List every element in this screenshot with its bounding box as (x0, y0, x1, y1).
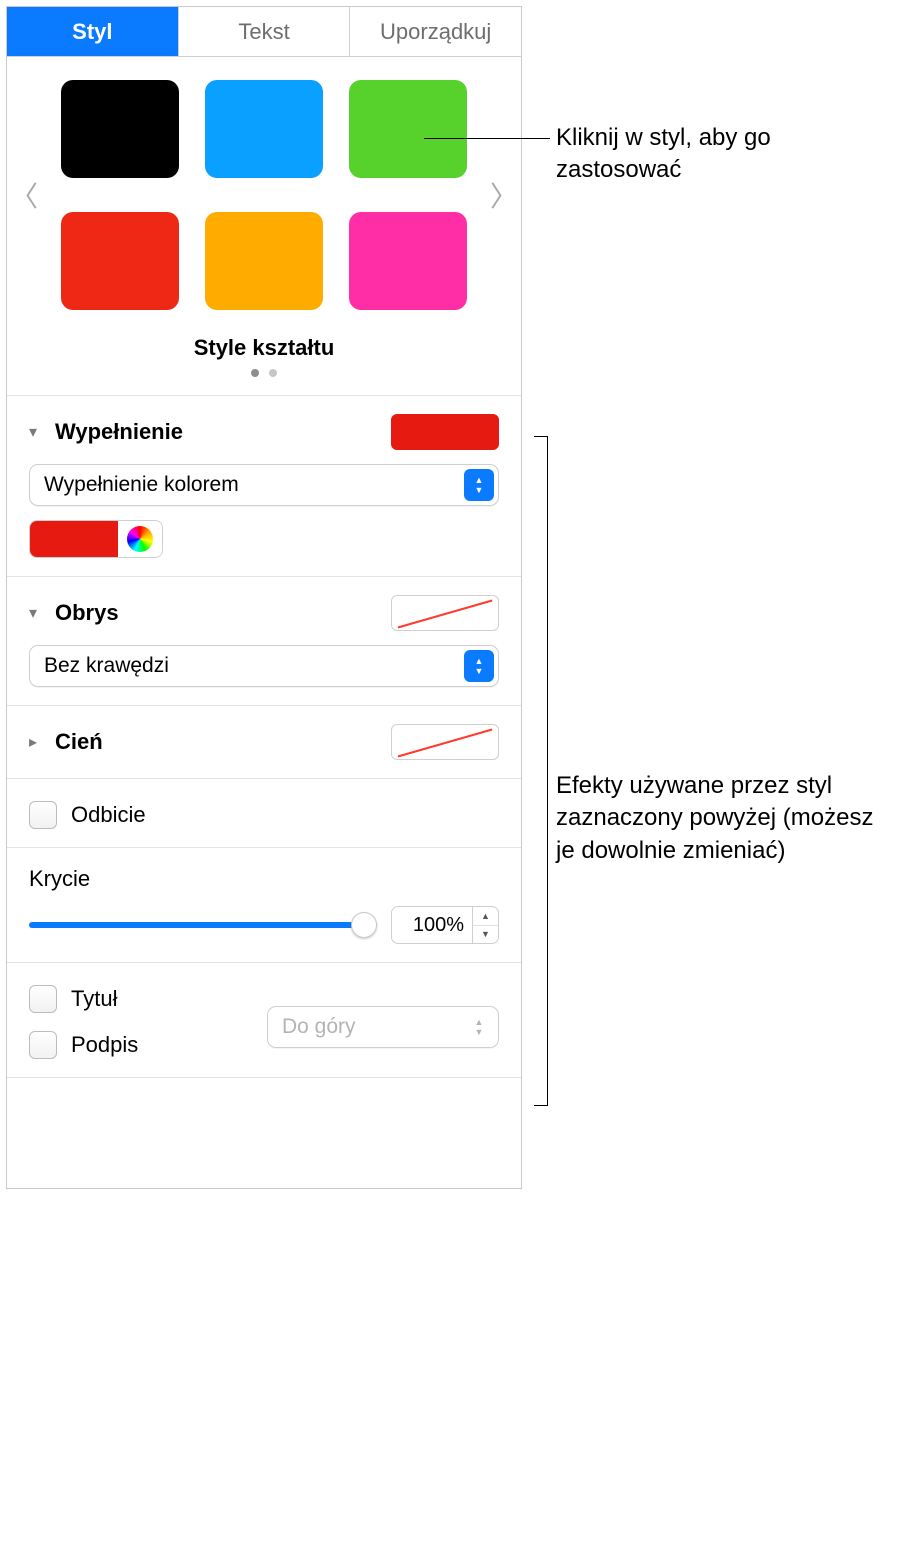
slider-track (29, 922, 377, 928)
popup-arrows-icon: ▲▼ (464, 469, 494, 501)
disclosure-right-icon[interactable]: ▸ (29, 732, 45, 752)
fill-type-value: Wypełnienie kolorem (44, 473, 239, 497)
caption-section: Tytuł Podpis Do góry ▲▼ (7, 963, 521, 1078)
chevron-left-icon: 〈 (10, 175, 38, 215)
opacity-section: Krycie 100% ▲ ▼ (7, 848, 521, 963)
shape-styles-section: 〈 〉 Style kształtu (7, 57, 521, 396)
title-checkbox[interactable] (29, 985, 57, 1013)
page-dot (269, 369, 277, 377)
caption-position-value: Do góry (282, 1015, 356, 1039)
inspector-tabs: Styl Tekst Uporządkuj (7, 7, 521, 57)
tab-style[interactable]: Styl (7, 7, 179, 56)
opacity-slider[interactable] (29, 911, 377, 939)
popup-arrows-icon: ▲▼ (464, 1011, 494, 1043)
callout-apply-style: Kliknij w styl, aby go zastosować (556, 122, 886, 187)
stepper-up-icon[interactable]: ▲ (473, 907, 498, 926)
tab-arrange[interactable]: Uporządkuj (350, 7, 521, 56)
shape-style-swatch[interactable] (205, 80, 323, 178)
stroke-type-popup[interactable]: Bez krawędzi ▲▼ (29, 645, 499, 687)
reflection-section: Odbicie (7, 779, 521, 848)
format-inspector-panel: Styl Tekst Uporządkuj 〈 (6, 6, 522, 1189)
tab-arrange-label: Uporządkuj (380, 19, 491, 45)
title-label: Tytuł (71, 986, 117, 1012)
popup-arrows-icon: ▲▼ (464, 650, 494, 682)
disclosure-down-icon[interactable]: ▾ (29, 603, 45, 623)
styles-prev-button[interactable]: 〈 (7, 175, 41, 215)
reflection-checkbox[interactable] (29, 801, 57, 829)
fill-section: ▾ Wypełnienie Wypełnienie kolorem ▲▼ (7, 396, 521, 577)
fill-color-well[interactable] (29, 520, 163, 558)
opacity-value[interactable]: 100% (392, 907, 472, 943)
reflection-title: Odbicie (71, 802, 146, 828)
shape-style-swatch[interactable] (61, 80, 179, 178)
stroke-preview-none[interactable] (391, 595, 499, 631)
fill-color-preview[interactable] (391, 414, 499, 450)
opacity-stepper[interactable]: 100% ▲ ▼ (391, 906, 499, 944)
shape-style-swatch[interactable] (61, 212, 179, 310)
stroke-title: Obrys (55, 600, 381, 626)
tab-style-label: Styl (72, 19, 112, 45)
opacity-title: Krycie (29, 866, 499, 892)
color-picker-button[interactable] (118, 521, 162, 557)
shape-styles-label: Style kształtu (7, 335, 521, 361)
shape-style-grid (41, 80, 487, 310)
subtitle-label: Podpis (71, 1032, 138, 1058)
shadow-title: Cień (55, 729, 381, 755)
disclosure-down-icon[interactable]: ▾ (29, 422, 45, 442)
fill-color-swatch (30, 521, 118, 557)
tab-text-label: Tekst (238, 19, 289, 45)
tab-text[interactable]: Tekst (179, 7, 351, 56)
callout-effects: Efekty używane przez styl zaznaczony pow… (556, 770, 896, 867)
stepper-down-icon[interactable]: ▼ (473, 926, 498, 944)
fill-type-popup[interactable]: Wypełnienie kolorem ▲▼ (29, 464, 499, 506)
shadow-preview-none[interactable] (391, 724, 499, 760)
subtitle-checkbox[interactable] (29, 1031, 57, 1059)
fill-title: Wypełnienie (55, 419, 381, 445)
caption-position-popup[interactable]: Do góry ▲▼ (267, 1006, 499, 1048)
callout-leader-line (424, 138, 550, 139)
page-dot (251, 369, 259, 377)
styles-next-button[interactable]: 〉 (487, 175, 521, 215)
chevron-right-icon: 〉 (490, 175, 518, 215)
slider-thumb[interactable] (351, 912, 377, 938)
shadow-section: ▸ Cień (7, 706, 521, 779)
stroke-type-value: Bez krawędzi (44, 654, 169, 678)
shape-style-swatch[interactable] (205, 212, 323, 310)
color-wheel-icon (127, 526, 153, 552)
shape-style-swatch[interactable] (349, 212, 467, 310)
stroke-section: ▾ Obrys Bez krawędzi ▲▼ (7, 577, 521, 706)
callout-bracket (534, 436, 548, 1106)
shape-style-swatch[interactable] (349, 80, 467, 178)
page-indicator[interactable] (7, 369, 521, 377)
